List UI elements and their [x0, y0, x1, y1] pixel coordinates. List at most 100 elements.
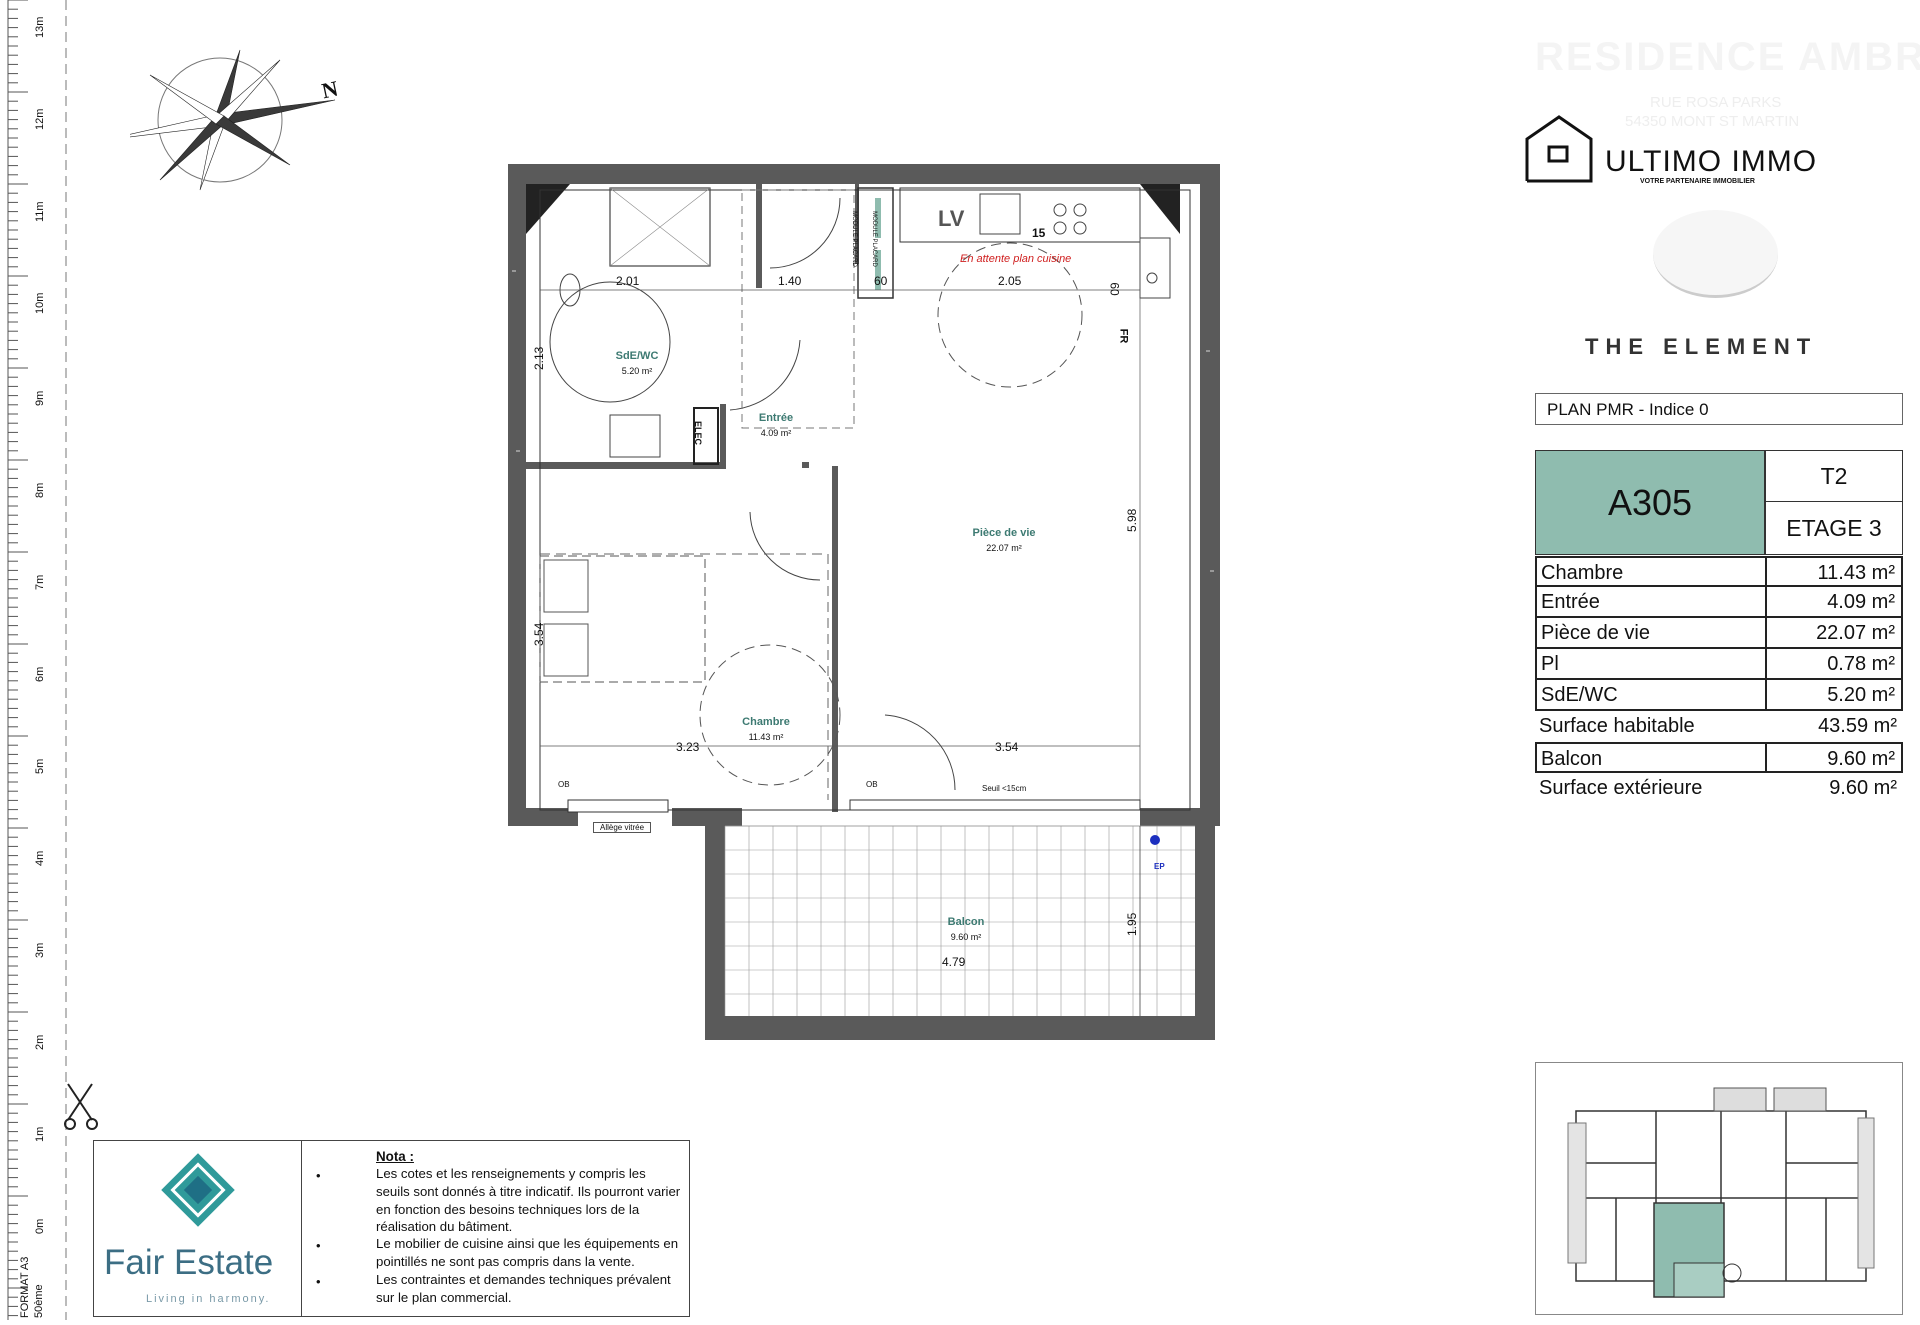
- ultimo-name: ULTIMO IMMO: [1605, 145, 1818, 178]
- surface-row: Chambre 11.43 m²: [1535, 556, 1903, 587]
- room-entree-area: 4.09 m²: [760, 428, 792, 438]
- plan-label: PLAN PMR - Indice 0: [1535, 393, 1903, 425]
- surface-name: Balcon: [1541, 748, 1603, 770]
- fair-estate-name: Fair Estate: [104, 1243, 274, 1282]
- fr-label: FR: [1117, 328, 1130, 344]
- dim-5-98: 5.98: [1125, 508, 1139, 532]
- ultimo-tagline: VOTRE PARTENAIRE IMMOBILIER: [1640, 178, 1755, 185]
- elec-label: ELEC: [693, 420, 704, 446]
- ghost-address-2: 54350 MONT ST MARTIN: [1625, 113, 1800, 130]
- floor-plan: SdE/WC 5.20 m² Entrée 4.09 m² Pièce de v…: [480, 150, 1240, 1050]
- fair-estate-tagline: Living in harmony.: [146, 1293, 271, 1305]
- seuil-label: Seuil <15cm: [982, 784, 1027, 793]
- compass-rose: N: [104, 25, 350, 215]
- ruler-label-3m: 3m: [34, 942, 46, 958]
- ruler-label-8m: 8m: [34, 482, 46, 498]
- surface-value: 5.20 m²: [1827, 684, 1895, 706]
- room-piece-name: Pièce de vie: [972, 527, 1036, 539]
- ruler-label-9m: 9m: [34, 390, 46, 406]
- ruler-label-13m: 13m: [34, 16, 46, 38]
- dim-2-05: 2.05: [998, 274, 1022, 288]
- surface-row: Pl 0.78 m²: [1535, 649, 1903, 680]
- ruler-label-10m: 10m: [34, 292, 46, 314]
- key-plan-drawing: [1567, 1087, 1875, 1298]
- room-sde-area: 5.20 m²: [621, 366, 653, 376]
- surface-value: 0.78 m²: [1827, 653, 1895, 675]
- module-placard-1: MODULE PLACARD: [850, 211, 857, 267]
- surface-row: SdE/WC 5.20 m²: [1535, 680, 1903, 711]
- bullet-2: •: [316, 1238, 321, 1253]
- surface-value: 9.60 m²: [1827, 748, 1895, 770]
- surface-value: 9.60 m²: [1829, 777, 1897, 799]
- ruler-label-0m: 0m: [34, 1218, 46, 1234]
- format-line-2: 50ème: [33, 1284, 45, 1318]
- dim-1-40: 1.40: [778, 274, 802, 288]
- ruler-label-2m: 2m: [34, 1034, 46, 1050]
- bullet-3: •: [316, 1274, 321, 1289]
- ruler-label-12m: 12m: [34, 108, 46, 130]
- dim-4-79: 4.79: [942, 955, 966, 969]
- surface-value: 22.07 m²: [1816, 622, 1895, 644]
- room-entree-name: Entrée: [758, 412, 794, 424]
- surface-row: Balcon 9.60 m²: [1535, 742, 1903, 773]
- surface-name: SdE/WC: [1541, 684, 1618, 706]
- fair-estate-logo: Fair Estate Living in harmony.: [94, 1141, 302, 1316]
- surface-name: Entrée: [1541, 591, 1600, 613]
- ob-label-1: OB: [558, 780, 570, 789]
- surface-name: Pl: [1541, 653, 1559, 675]
- lot-type: T2: [1765, 450, 1903, 502]
- scissors-icon: [64, 1083, 98, 1130]
- key-plan: [1535, 1062, 1903, 1315]
- format-label: FORMAT A3 50ème: [18, 1257, 46, 1318]
- ghost-emblem: [1653, 210, 1778, 298]
- dim-2-01: 2.01: [616, 274, 640, 288]
- ob-label-2: OB: [866, 780, 878, 789]
- program-title: THE ELEMENT: [1585, 334, 1818, 359]
- room-balcon-area: 9.60 m²: [950, 932, 982, 942]
- surface-row: Pièce de vie 22.07 m²: [1535, 618, 1903, 649]
- ghost-residence-title: RESIDENCE AMBRE: [1535, 35, 1920, 79]
- house-icon: [1525, 115, 1593, 183]
- room-sde-name: SdE/WC: [615, 350, 659, 362]
- fifteen-label: 15: [1032, 226, 1046, 240]
- fair-estate-emblem-icon: [161, 1153, 235, 1227]
- room-piece-area: 22.07 m²: [986, 543, 1022, 553]
- surface-row: Surface habitable 43.59 m²: [1535, 711, 1903, 742]
- note-3: Les contraintes et demandes techniques p…: [376, 1272, 671, 1305]
- ruler-label-4m: 4m: [34, 850, 46, 866]
- dim-3-54-a: 3.54: [532, 622, 546, 646]
- note-2: Le mobilier de cuisine ainsi que les équ…: [376, 1236, 679, 1269]
- allege-label: Allège vitrée: [593, 822, 652, 833]
- lv-label: LV: [938, 206, 965, 231]
- footer-notes: Fair Estate Living in harmony. Nota : • …: [93, 1140, 690, 1317]
- surface-name: Chambre: [1541, 562, 1624, 584]
- ghost-address-1: RUE ROSA PARKS: [1650, 94, 1782, 111]
- room-chambre-area: 11.43 m²: [748, 732, 784, 742]
- ruler-label-11m: 11m: [34, 201, 46, 222]
- nota-title: Nota :: [376, 1149, 414, 1164]
- lot-id: A305: [1535, 450, 1765, 555]
- room-balcon-name: Balcon: [947, 916, 985, 928]
- ruler-label-6m: 6m: [34, 666, 46, 682]
- surface-name: Pièce de vie: [1541, 622, 1650, 644]
- surface-value: 43.59 m²: [1818, 715, 1897, 737]
- surface-name: Surface habitable: [1539, 715, 1695, 737]
- ruler-label-5m: 5m: [34, 758, 46, 774]
- format-line-1: FORMAT A3: [19, 1256, 31, 1318]
- compass-star-icon: [104, 49, 336, 191]
- surface-value: 11.43 m²: [1817, 562, 1895, 584]
- surface-value: 4.09 m²: [1827, 591, 1895, 613]
- ruler-label-1m: 1m: [34, 1126, 46, 1142]
- dim-1-95: 1.95: [1125, 912, 1139, 936]
- module-placard-2: MODULE PLACARD: [870, 211, 877, 267]
- dim-3-54-b: 3.54: [995, 740, 1019, 754]
- ruler-label-7m: 7m: [34, 574, 46, 590]
- kitchen-note: En attente plan cuisine: [960, 253, 1072, 265]
- dim-2-13: 2.13: [532, 346, 546, 370]
- lot-floor: ETAGE 3: [1765, 502, 1903, 555]
- bullet-1: •: [316, 1168, 321, 1183]
- surface-name: Surface extérieure: [1539, 777, 1703, 799]
- lot-header: A305 T2 ETAGE 3: [1535, 450, 1903, 555]
- dim-3-23: 3.23: [676, 740, 700, 754]
- surface-row: Surface extérieure 9.60 m²: [1535, 773, 1903, 804]
